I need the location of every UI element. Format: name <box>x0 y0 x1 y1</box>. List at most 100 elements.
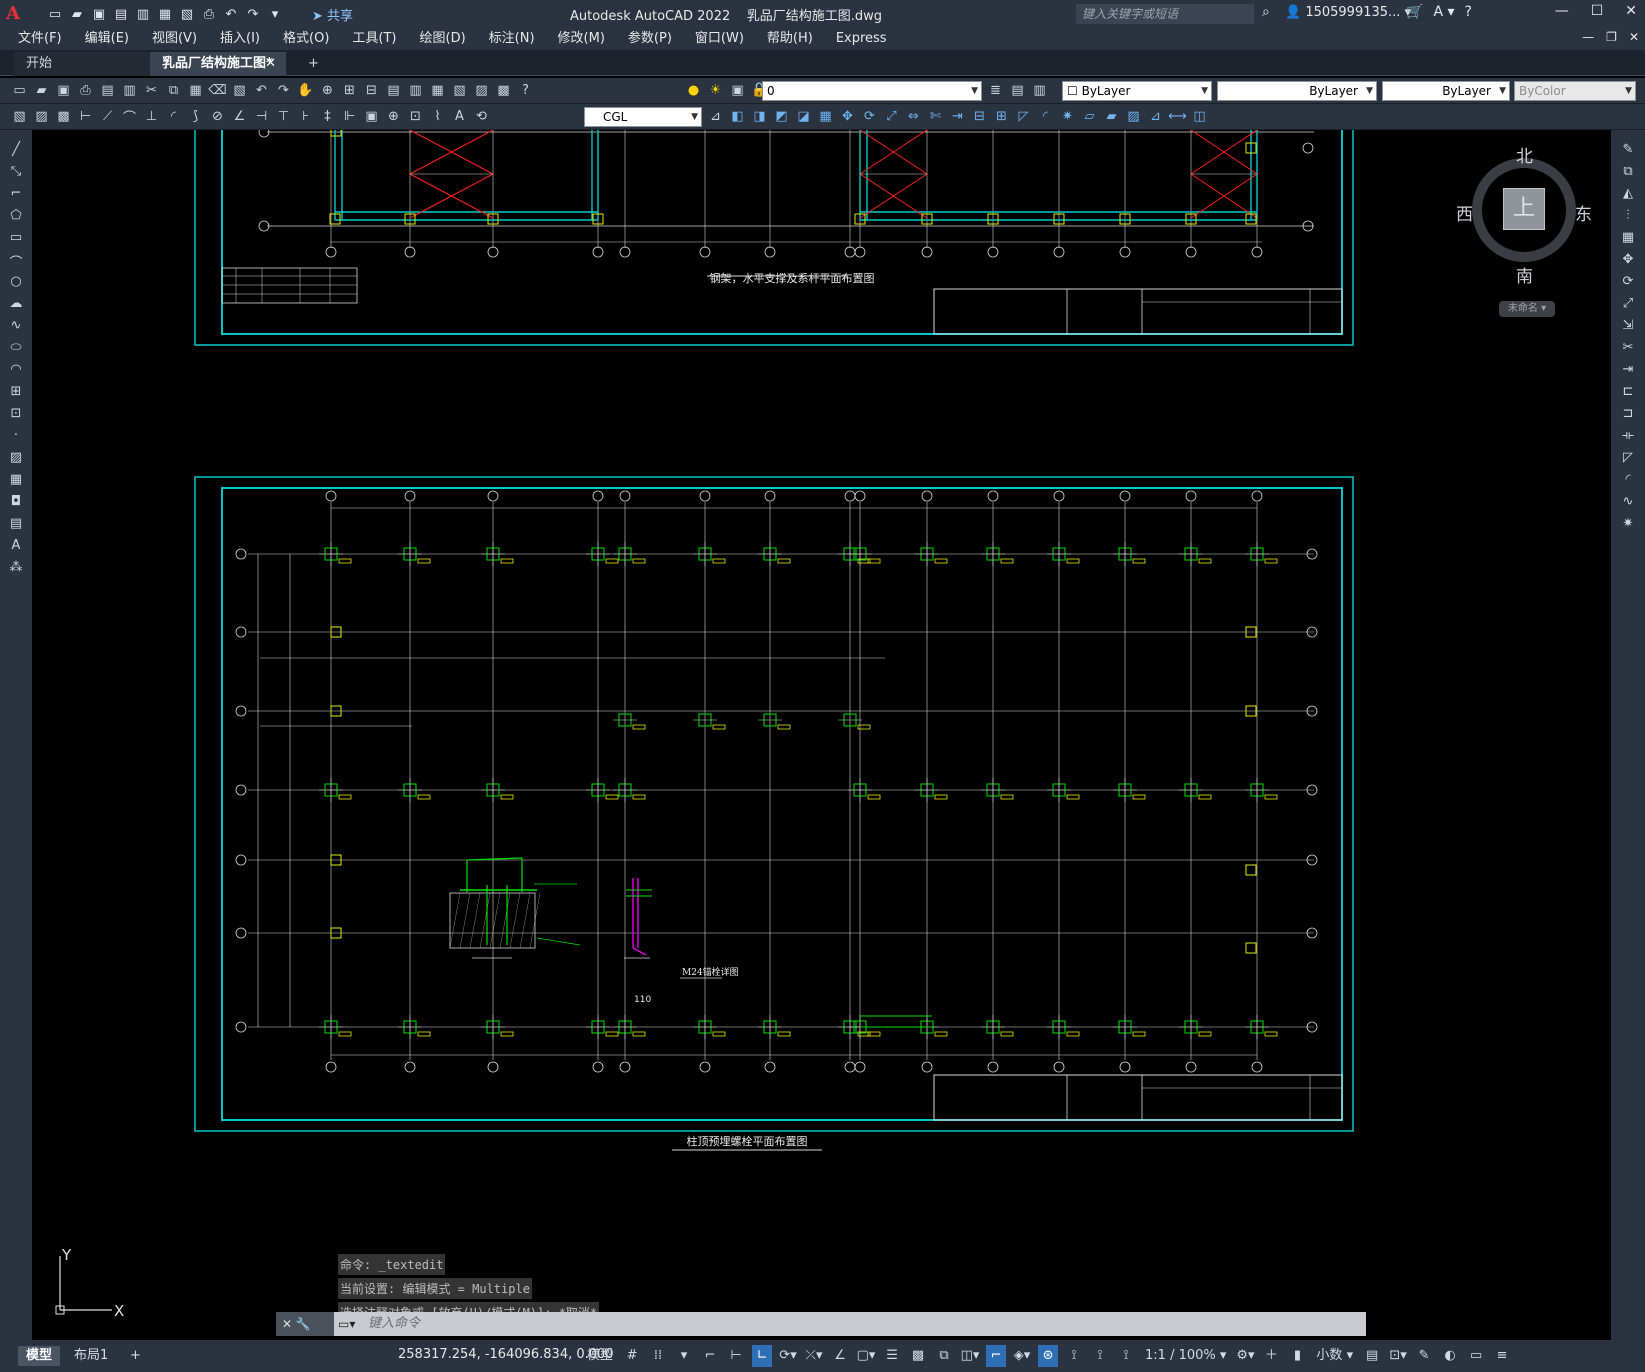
lineweight-dropdown[interactable]: ByLayer ▼ <box>1382 81 1510 101</box>
circle-icon[interactable]: ○ <box>7 274 25 292</box>
command-prompt-icon[interactable]: ▭▾ <box>334 1312 364 1336</box>
maximize-icon[interactable]: ☐ <box>1591 3 1604 19</box>
design-center-icon[interactable]: ▥ <box>406 81 425 100</box>
dim-aligned-icon[interactable]: ⟋ <box>98 107 117 126</box>
scale-tool-icon[interactable]: ⤢ <box>1619 296 1637 314</box>
undo-tool-icon[interactable]: ↶ <box>252 81 271 100</box>
close-command-icon[interactable]: ✕ <box>282 1317 292 1331</box>
compass-south[interactable]: 南 <box>1516 262 1533 287</box>
dim-ordinate-icon[interactable]: ⊥ <box>142 107 161 126</box>
table-icon[interactable]: ▤ <box>7 516 25 534</box>
tab-start[interactable]: 开始 <box>14 52 150 76</box>
chamfer-tool-icon[interactable]: ◸ <box>1619 450 1637 468</box>
dim-diameter-icon[interactable]: ⊘ <box>208 107 227 126</box>
tab-close-icon[interactable]: ✕ <box>265 52 276 76</box>
make-current-icon[interactable]: ▤ <box>1008 81 1027 100</box>
gradient-icon[interactable]: ▦ <box>7 472 25 490</box>
auto-scale-icon[interactable]: ⟟ <box>1090 1345 1110 1367</box>
region-icon[interactable]: ▰ <box>1102 107 1121 126</box>
copy-object-icon[interactable]: ◨ <box>750 107 769 126</box>
menu-insert[interactable]: 插入(I) <box>220 28 260 50</box>
snap-menu-icon[interactable]: ▾ <box>674 1345 694 1367</box>
move-tool-icon[interactable]: ✥ <box>1619 252 1637 270</box>
region-draw-icon[interactable]: ◘ <box>7 494 25 512</box>
dim-tool-icon[interactable]: ▧ <box>10 107 29 126</box>
share-button[interactable]: ➤ 共享 <box>312 5 353 24</box>
draworder-icon[interactable]: ◫ <box>1190 107 1209 126</box>
search-input[interactable]: 键入关键字或短语 <box>1076 4 1254 24</box>
clean-screen-icon[interactable]: ▭ <box>1466 1345 1486 1367</box>
break-point-icon[interactable]: ⊏ <box>1619 384 1637 402</box>
dim-break-icon[interactable]: ⊩ <box>340 107 359 126</box>
viewcube-top-face[interactable]: 上 <box>1503 188 1545 230</box>
selection-cycling-icon[interactable]: ⧉ <box>934 1345 954 1367</box>
ellipse-arc-icon[interactable]: ◠ <box>7 362 25 380</box>
properties-icon[interactable]: ▤ <box>384 81 403 100</box>
dim-style-icon[interactable]: ▨ <box>32 107 51 126</box>
add-selected-icon[interactable]: ⁂ <box>7 560 25 578</box>
publish-tool-icon[interactable]: ▥ <box>120 81 139 100</box>
erase-tool-icon[interactable]: ✎ <box>1619 142 1637 160</box>
zoom-window-icon[interactable]: ⊞ <box>340 81 359 100</box>
linetype-dropdown[interactable]: ByLayer ▼ <box>1217 81 1377 101</box>
jogged-linear-icon[interactable]: ⌇ <box>428 107 447 126</box>
paste-icon[interactable]: ▦ <box>186 81 205 100</box>
help-icon[interactable]: ? <box>1465 4 1472 20</box>
cart-icon[interactable]: 🛒 <box>1406 4 1423 20</box>
erase-icon[interactable]: ◧ <box>728 107 747 126</box>
gizmo-icon[interactable]: ⊛ <box>1038 1345 1059 1367</box>
new-file-icon[interactable]: ▭ <box>46 5 64 23</box>
array-icon[interactable]: ▦ <box>816 107 835 126</box>
doc-close-icon[interactable]: ✕ <box>1629 30 1639 44</box>
point-icon[interactable]: · <box>7 428 25 446</box>
dim-style-manager-icon[interactable]: ⊿ <box>706 107 725 126</box>
ellipse-icon[interactable]: ⬭ <box>7 340 25 358</box>
copy-icon[interactable]: ⧉ <box>164 81 183 100</box>
zoom-previous-icon[interactable]: ⊟ <box>362 81 381 100</box>
preview-icon[interactable]: ▤ <box>98 81 117 100</box>
layer-dropdown[interactable]: 0 ▼ <box>762 81 982 101</box>
tab-model[interactable]: 模型 <box>18 1346 61 1366</box>
tolerance-icon[interactable]: ▣ <box>362 107 381 126</box>
construction-line-icon[interactable]: ⤡ <box>7 164 25 182</box>
publish-icon[interactable]: ▥ <box>134 5 152 23</box>
stretch-tool-icon[interactable]: ⇲ <box>1619 318 1637 336</box>
annotation-scale-icon[interactable]: ⟟ <box>1116 1345 1136 1367</box>
redo-icon[interactable]: ↷ <box>244 5 262 23</box>
model-space-button[interactable]: 模型 <box>584 1345 616 1367</box>
dim-baseline-icon[interactable]: ⊤ <box>274 107 293 126</box>
layer-properties-icon[interactable]: ≣ <box>986 81 1005 100</box>
plot-icon[interactable]: ⎙ <box>200 5 218 23</box>
annotation-visibility-icon[interactable]: ⟟ <box>1064 1345 1084 1367</box>
search-icon[interactable]: ⌕ <box>1262 4 1270 20</box>
plot-tool-icon[interactable]: ⎙ <box>76 81 95 100</box>
join-icon[interactable]: ⊞ <box>992 107 1011 126</box>
break-icon[interactable]: ⊟ <box>970 107 989 126</box>
mirror-icon[interactable]: ◩ <box>772 107 791 126</box>
zoom-realtime-icon[interactable]: ⊕ <box>318 81 337 100</box>
join-tool-icon[interactable]: ⟛ <box>1619 428 1637 446</box>
save-tool-icon[interactable]: ▣ <box>54 81 73 100</box>
layer-previous-icon[interactable]: ▥ <box>1030 81 1049 100</box>
center-mark-icon[interactable]: ⊕ <box>384 107 403 126</box>
menu-file[interactable]: 文件(F) <box>18 28 62 50</box>
layer-vp-icon[interactable]: ▣ <box>728 81 747 100</box>
ortho-icon[interactable]: ∟ <box>752 1345 773 1367</box>
insert-block-icon[interactable]: ⊞ <box>7 384 25 402</box>
move-icon[interactable]: ✥ <box>838 107 857 126</box>
text-style-dropdown[interactable]: CGL ▼ <box>584 107 702 127</box>
transparency-icon[interactable]: ▩ <box>908 1345 928 1367</box>
fillet-icon[interactable]: ◜ <box>1036 107 1055 126</box>
menu-edit[interactable]: 编辑(E) <box>85 28 129 50</box>
dim-edit-icon[interactable]: ▩ <box>54 107 73 126</box>
explode-tool-icon[interactable]: ✷ <box>1619 516 1637 534</box>
array-tool-icon[interactable]: ▦ <box>1619 230 1637 248</box>
minimize-icon[interactable]: — <box>1555 3 1569 19</box>
scale-icon[interactable]: ⤢ <box>882 107 901 126</box>
units-dropdown[interactable]: 小数 ▾ <box>1313 1345 1356 1367</box>
stretch-icon[interactable]: ⇔ <box>904 107 923 126</box>
align-icon[interactable]: ⊿ <box>1146 107 1165 126</box>
layer-on-icon[interactable]: ● <box>684 81 703 100</box>
polygon-icon[interactable]: ⬠ <box>7 208 25 226</box>
hatch-edit-icon[interactable]: ▨ <box>1124 107 1143 126</box>
